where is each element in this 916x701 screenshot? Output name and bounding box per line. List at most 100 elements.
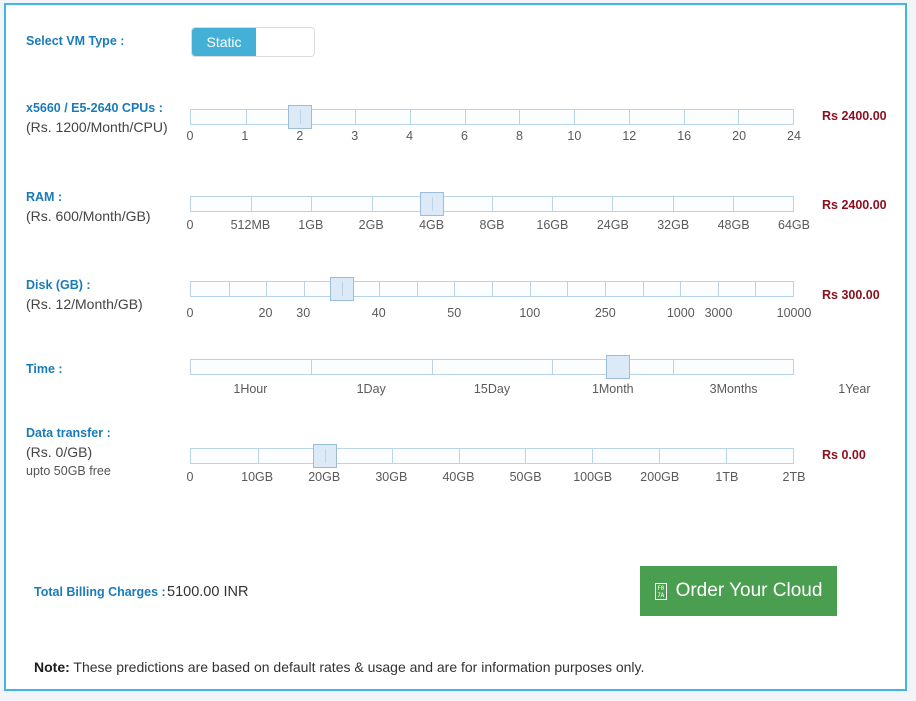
slider-tick-mark (391, 449, 393, 463)
shopping-cart-icon-codepoint-top: F0 (657, 584, 664, 592)
cpu-label: x5660 / E5-2640 CPUs : (26, 101, 163, 115)
footer-note-prefix: Note: (34, 659, 70, 675)
slider-tick-label: 1 (241, 129, 249, 143)
slider-tick-label: 200GB (640, 470, 680, 484)
slider-tick-label: 15Day (473, 382, 511, 396)
slider-tick-mark (379, 282, 381, 296)
pricing-calculator-panel: Select VM Type : Static x5660 / E5-2640 … (4, 3, 907, 691)
slider-tick-label: 24 (787, 129, 801, 143)
cpu-price: Rs 2400.00 (822, 109, 887, 123)
slider-tick-mark (303, 282, 305, 296)
slider-tick-label: 1TB (715, 470, 739, 484)
data-transfer-rate: (Rs. 0/GB) (26, 444, 93, 460)
slider-tick-label: 20 (732, 129, 747, 143)
slider-tick-mark (604, 282, 606, 296)
slider-tick-mark (592, 449, 594, 463)
slider-tick-label: 30 (296, 306, 311, 320)
slider-tick-label: 6 (461, 129, 469, 143)
cpu-slider-scale: 0 1 2 3 4 6 8 10 12 16 20 24 (186, 128, 801, 144)
total-billing-value: 5100.00 INR (167, 584, 249, 600)
slider-tick-mark (311, 360, 313, 374)
slider-tick-mark (567, 282, 569, 296)
disk-label-block: Disk (GB) : (Rs. 12/Month/GB) (26, 277, 206, 314)
slider-tick-mark (454, 282, 456, 296)
slider-tick-label: 0 (186, 306, 194, 320)
slider-tick-label: 12 (622, 129, 637, 143)
order-your-cloud-button-label: Order Your Cloud (675, 580, 823, 601)
slider-tick-mark (755, 282, 757, 296)
ram-label-block: RAM : (Rs. 600/Month/GB) (26, 189, 206, 226)
ram-label: RAM : (26, 190, 63, 204)
slider-tick-mark (680, 282, 682, 296)
vm-type-label-block: Select VM Type : (26, 33, 206, 50)
slider-tick-mark (552, 197, 554, 211)
slider-tick-mark (492, 282, 493, 296)
slider-tick-label: 100 (519, 306, 541, 320)
slider-tick-label: 16GB (536, 218, 569, 232)
data-transfer-slider-scale: 0 10GB 20GB 30GB 40GB 50GB 100GB 200GB 1TB 2TB (186, 469, 806, 485)
slider-tick-mark (717, 282, 719, 296)
slider-tick-mark (458, 449, 460, 463)
time-slider[interactable] (190, 355, 794, 379)
slider-tick-label: 3000 (704, 306, 733, 320)
slider-tick-mark (659, 449, 661, 463)
slider-tick-mark (672, 197, 674, 211)
slider-tick-label: 40 (371, 306, 386, 320)
vm-type-toggle[interactable]: Static (191, 27, 315, 57)
vm-type-toggle-static-option[interactable]: Static (192, 28, 256, 56)
ram-slider-scale: 0 512MB 1GB 2GB 4GB 8GB 16GB 24GB 32GB 48GB 64GB (186, 217, 810, 233)
slider-tick-mark (519, 110, 521, 124)
slider-tick-label: 64GB (778, 218, 810, 232)
slider-tick-label: 3Months (709, 382, 758, 396)
cpu-rate: (Rs. 1200/Month/CPU) (26, 119, 168, 135)
vm-type-label: Select VM Type : (26, 34, 125, 48)
slider-tick-mark (642, 282, 644, 296)
slider-tick-mark (464, 110, 466, 124)
slider-tick-mark (683, 110, 685, 124)
slider-tick-mark (732, 197, 734, 211)
slider-tick-label: 0 (186, 129, 194, 143)
order-your-cloud-button[interactable]: F0 7A Order Your Cloud (640, 566, 837, 616)
cpu-slider[interactable] (190, 105, 794, 129)
slider-tick-mark (409, 110, 411, 124)
slider-tick-mark (371, 197, 373, 211)
slider-tick-label: 0 (186, 470, 194, 484)
cpu-label-block: x5660 / E5-2640 CPUs : (Rs. 1200/Month/C… (26, 100, 206, 137)
disk-slider-scale: 0 20 30 40 50 100 250 1000 3000 10000 (186, 305, 812, 321)
slider-tick-mark (552, 360, 554, 374)
slider-tick-label: 8 (515, 129, 523, 143)
data-transfer-label-block: Data transfer : (Rs. 0/GB) upto 50GB fre… (26, 425, 206, 480)
slider-tick-mark (251, 197, 253, 211)
slider-tick-mark (628, 110, 630, 124)
time-label: Time : (26, 362, 63, 376)
footer-note-text: These predictions are based on default r… (69, 659, 645, 675)
slider-tick-label: 100GB (573, 470, 613, 484)
slider-tick-label: 16 (677, 129, 692, 143)
disk-slider[interactable] (190, 277, 794, 301)
ram-slider[interactable] (190, 192, 794, 216)
data-transfer-note: upto 50GB free (26, 464, 111, 478)
slider-tick-mark (612, 197, 614, 211)
time-slider-handle[interactable] (606, 355, 631, 379)
slider-tick-label: 20 (258, 306, 273, 320)
slider-tick-label: 30GB (375, 470, 408, 484)
slider-tick-label: 0 (186, 218, 194, 232)
slider-tick-mark (355, 110, 357, 124)
data-transfer-label: Data transfer : (26, 426, 111, 440)
slider-tick-label: 48GB (717, 218, 750, 232)
slider-tick-mark (672, 360, 674, 374)
disk-label: Disk (GB) : (26, 278, 91, 292)
slider-tick-label: 10GB (241, 470, 274, 484)
slider-tick-mark (574, 110, 576, 124)
data-transfer-slider[interactable] (190, 444, 794, 468)
footer-note: Note: These predictions are based on def… (34, 657, 644, 677)
slider-tick-label: 1Hour (233, 382, 268, 396)
ram-price: Rs 2400.00 (822, 198, 887, 212)
data-transfer-price: Rs 0.00 (822, 448, 866, 462)
slider-tick-label: 8GB (479, 218, 505, 232)
slider-tick-label: 2TB (782, 470, 806, 484)
slider-tick-label: 32GB (657, 218, 690, 232)
slider-tick-label: 4 (406, 129, 414, 143)
slider-tick-mark (257, 449, 259, 463)
disk-price: Rs 300.00 (822, 288, 880, 302)
